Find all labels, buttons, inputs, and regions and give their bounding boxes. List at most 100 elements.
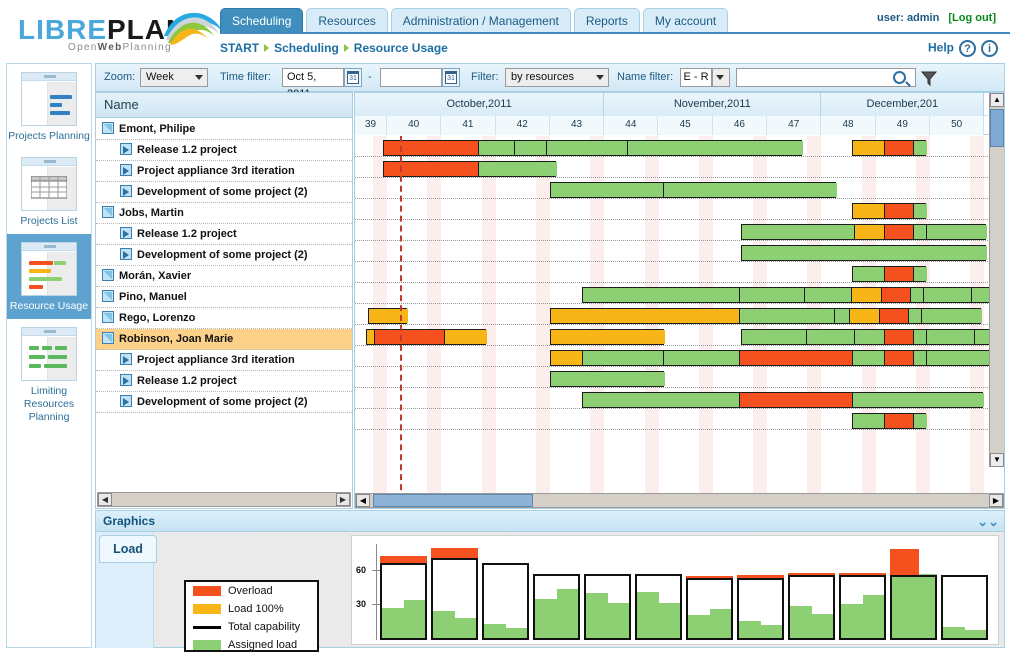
gantt-week-cell: 47	[767, 116, 822, 135]
tab-resources[interactable]: Resources	[306, 8, 388, 33]
task-node-icon[interactable]	[120, 395, 132, 407]
task-node-icon[interactable]	[120, 374, 132, 386]
gantt-bar[interactable]	[852, 140, 927, 156]
tree-row-task[interactable]: Development of some project (2)	[96, 245, 352, 266]
breadcrumb-item-resource-usage[interactable]: Resource Usage	[354, 41, 448, 55]
tab-load[interactable]: Load	[99, 535, 157, 563]
time-filter-start-input[interactable]: Oct 5, 2011	[282, 68, 344, 100]
gantt-row-separator	[355, 408, 1004, 409]
calendar-icon[interactable]: 31	[442, 68, 460, 87]
resource-node-icon[interactable]	[102, 332, 114, 344]
task-node-icon[interactable]	[120, 185, 132, 197]
gantt-bar[interactable]	[741, 245, 987, 261]
total-capability-outline	[584, 574, 631, 640]
gantt-row-separator	[355, 429, 1004, 430]
gantt-bar[interactable]	[383, 140, 803, 156]
gantt-bar[interactable]	[741, 224, 987, 240]
help-label[interactable]: Help	[928, 41, 954, 55]
tree-row-resource[interactable]: Emont, Philipe	[96, 119, 352, 140]
scroll-right-icon[interactable]: ▶	[989, 494, 1003, 507]
name-filter-dropdown[interactable]	[712, 68, 730, 87]
gantt-bar[interactable]	[383, 161, 557, 177]
sidebar-item-limiting-resources-planning[interactable]: Limiting Resources Planning	[7, 319, 91, 430]
time-filter-end-input[interactable]	[380, 68, 442, 87]
resource-node-icon[interactable]	[102, 122, 114, 134]
tree-row-task[interactable]: Project appliance 3rd iteration	[96, 350, 352, 371]
gantt-vertical-scrollbar[interactable]: ▲ ▼	[989, 93, 1004, 467]
tree-row-task[interactable]: Project appliance 3rd iteration	[96, 161, 352, 182]
tree-row-resource[interactable]: Robinson, Joan Marie	[96, 329, 352, 350]
question-mark-icon[interactable]: ?	[959, 40, 976, 57]
name-filter-value[interactable]: E - R	[680, 68, 712, 87]
info-icon[interactable]: i	[981, 40, 998, 57]
scroll-up-icon[interactable]: ▲	[990, 93, 1004, 107]
funnel-icon[interactable]	[920, 69, 938, 87]
gantt-bar[interactable]	[582, 287, 993, 303]
chevron-double-down-icon[interactable]: ⌄⌄	[977, 514, 999, 530]
vertical-scroll-thumb[interactable]	[990, 109, 1004, 147]
task-node-icon[interactable]	[120, 353, 132, 365]
resource-node-icon[interactable]	[102, 290, 114, 302]
gantt-bar[interactable]	[852, 203, 927, 219]
time-filter-label: Time filter:	[220, 71, 271, 83]
calendar-icon[interactable]: 31	[344, 68, 362, 87]
scroll-left-icon[interactable]: ◀	[98, 493, 112, 506]
total-capability-outline	[533, 574, 580, 640]
tree-row-label: Project appliance 3rd iteration	[137, 165, 295, 177]
tree-row-task[interactable]: Release 1.2 project	[96, 224, 352, 245]
gantt-bar[interactable]	[550, 182, 837, 198]
load-bars	[352, 536, 998, 644]
gantt-bar-segment-assigned	[927, 225, 987, 239]
time-filter-separator: -	[368, 71, 372, 83]
main-tabs[interactable]: Scheduling Resources Administration / Mana…	[220, 8, 731, 33]
scroll-right-icon[interactable]: ▶	[336, 493, 350, 506]
tab-scheduling[interactable]: Scheduling	[220, 8, 304, 33]
breadcrumb-item-scheduling[interactable]: Scheduling	[274, 41, 339, 55]
gantt-bar[interactable]	[550, 329, 665, 345]
task-node-icon[interactable]	[120, 143, 132, 155]
tree-row-resource[interactable]: Jobs, Martin	[96, 203, 352, 224]
sidebar-item-projects-planning[interactable]: Projects Planning	[7, 64, 91, 149]
gantt-bar[interactable]	[550, 308, 982, 324]
scroll-left-icon[interactable]: ◀	[356, 494, 370, 507]
gantt-horizontal-scrollbar[interactable]: ◀ ▶	[355, 493, 1004, 508]
tab-my-account[interactable]: My account	[642, 8, 729, 33]
task-node-icon[interactable]	[120, 164, 132, 176]
gantt-bar[interactable]	[366, 329, 487, 345]
tree-row-resource[interactable]: Pino, Manuel	[96, 287, 352, 308]
resource-node-icon[interactable]	[102, 269, 114, 281]
filter-select[interactable]: by resources	[505, 68, 609, 87]
gantt-bar[interactable]	[741, 329, 996, 345]
gantt-row-separator	[355, 387, 1004, 388]
tab-administration-management[interactable]: Administration / Management	[390, 8, 571, 33]
horizontal-scroll-thumb[interactable]	[373, 494, 533, 507]
resource-node-icon[interactable]	[102, 206, 114, 218]
names-horizontal-scrollbar[interactable]: ◀ ▶	[97, 492, 351, 507]
gantt-plot[interactable]	[355, 136, 1004, 508]
search-input[interactable]	[736, 68, 916, 87]
tab-reports[interactable]: Reports	[573, 8, 640, 33]
tree-row-task[interactable]: Development of some project (2)	[96, 392, 352, 413]
resource-node-icon[interactable]	[102, 311, 114, 323]
gantt-bar[interactable]	[852, 413, 927, 429]
zoom-select[interactable]: Week	[140, 68, 208, 87]
tree-row-task[interactable]: Release 1.2 project	[96, 371, 352, 392]
tree-row-resource[interactable]: Rego, Lorenzo	[96, 308, 352, 329]
tree-row-task[interactable]: Release 1.2 project	[96, 140, 352, 161]
gantt-bar[interactable]	[550, 371, 665, 387]
logout-link[interactable]: [Log out]	[948, 12, 996, 24]
gantt-bar-segment-load100	[855, 225, 885, 239]
scroll-down-icon[interactable]: ▼	[990, 453, 1004, 467]
tree-row-resource[interactable]: Morán, Xavier	[96, 266, 352, 287]
gantt-bar[interactable]	[852, 266, 927, 282]
task-node-icon[interactable]	[120, 248, 132, 260]
gantt-bar[interactable]	[582, 392, 984, 408]
tree-row-task[interactable]: Development of some project (2)	[96, 182, 352, 203]
gantt-bar[interactable]	[550, 350, 996, 366]
task-node-icon[interactable]	[120, 227, 132, 239]
sidebar-item-projects-list[interactable]: Projects List	[7, 149, 91, 234]
gantt-row-separator	[355, 177, 1004, 178]
resource-tree[interactable]: Emont, Philipe Release 1.2 project Project…	[96, 119, 352, 494]
sidebar-item-resource-usage[interactable]: Resource Usage	[7, 234, 91, 319]
breadcrumb-item-start[interactable]: START	[220, 41, 259, 55]
